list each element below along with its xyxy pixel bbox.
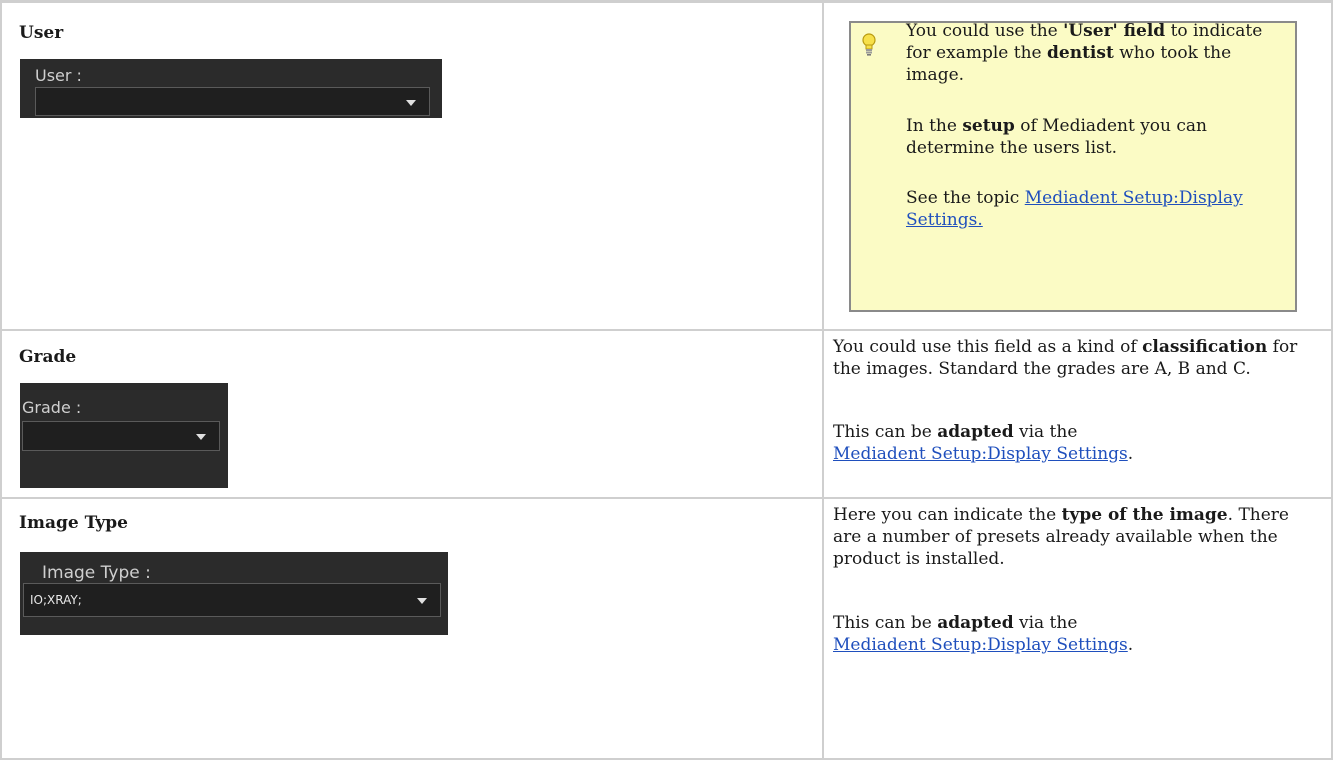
table-row-image-type: Image Type Image Type : IO;XRAY; Here yo… <box>0 497 1333 760</box>
lightbulb-icon <box>862 33 876 56</box>
grade-description-1: You could use this field as a kind of cl… <box>833 337 1298 380</box>
user-dropdown[interactable] <box>35 87 430 116</box>
tip-box: You could use the 'User' field to indica… <box>849 21 1297 312</box>
chevron-down-icon <box>417 598 427 605</box>
chevron-down-icon <box>196 434 206 441</box>
field-title-image-type: Image Type <box>19 513 128 534</box>
grade-widget: Grade : <box>20 383 228 489</box>
image-type-description-2: This can be adapted via the Mediadent Se… <box>833 613 1134 656</box>
user-widget: User : <box>20 59 442 118</box>
table-row-grade: Grade Grade : You could use this field a… <box>0 329 1333 500</box>
field-title-grade: Grade <box>19 347 77 368</box>
tip-paragraph-1: You could use the 'User' field to indica… <box>906 21 1263 85</box>
tip-paragraph-2: In the setup of Mediadent you can determ… <box>906 116 1207 158</box>
table-row-user: User User : You could use the 'User' fie… <box>0 0 1333 332</box>
display-settings-link[interactable]: Mediadent Setup:Display Settings <box>833 635 1128 655</box>
image-type-widget-label: Image Type : <box>42 563 151 584</box>
image-type-dropdown[interactable]: IO;XRAY; <box>23 583 441 618</box>
tip-paragraph-3: See the topic Mediadent Setup:Display Se… <box>906 188 1243 230</box>
field-cell-user: User User : <box>0 0 824 332</box>
chevron-down-icon <box>406 100 416 106</box>
grade-dropdown[interactable] <box>22 421 220 452</box>
image-type-widget: Image Type : IO;XRAY; <box>20 552 448 636</box>
display-settings-link[interactable]: Mediadent Setup:Display Settings <box>833 444 1128 464</box>
grade-widget-label: Grade : <box>22 398 82 418</box>
field-cell-grade: Grade Grade : <box>0 329 824 500</box>
description-cell-grade: You could use this field as a kind of cl… <box>822 329 1333 500</box>
description-cell-image-type: Here you can indicate the type of the im… <box>822 497 1333 760</box>
image-type-description-1: Here you can indicate the type of the im… <box>833 505 1289 570</box>
image-type-dropdown-value: IO;XRAY; <box>30 593 82 608</box>
grade-description-2: This can be adapted via the Mediadent Se… <box>833 422 1134 465</box>
fields-table: User User : You could use the 'User' fie… <box>0 0 1333 760</box>
user-widget-label: User : <box>35 66 82 85</box>
field-title-user: User <box>19 23 64 43</box>
field-cell-image-type: Image Type Image Type : IO;XRAY; <box>0 497 824 760</box>
description-cell-user: You could use the 'User' field to indica… <box>822 0 1333 332</box>
